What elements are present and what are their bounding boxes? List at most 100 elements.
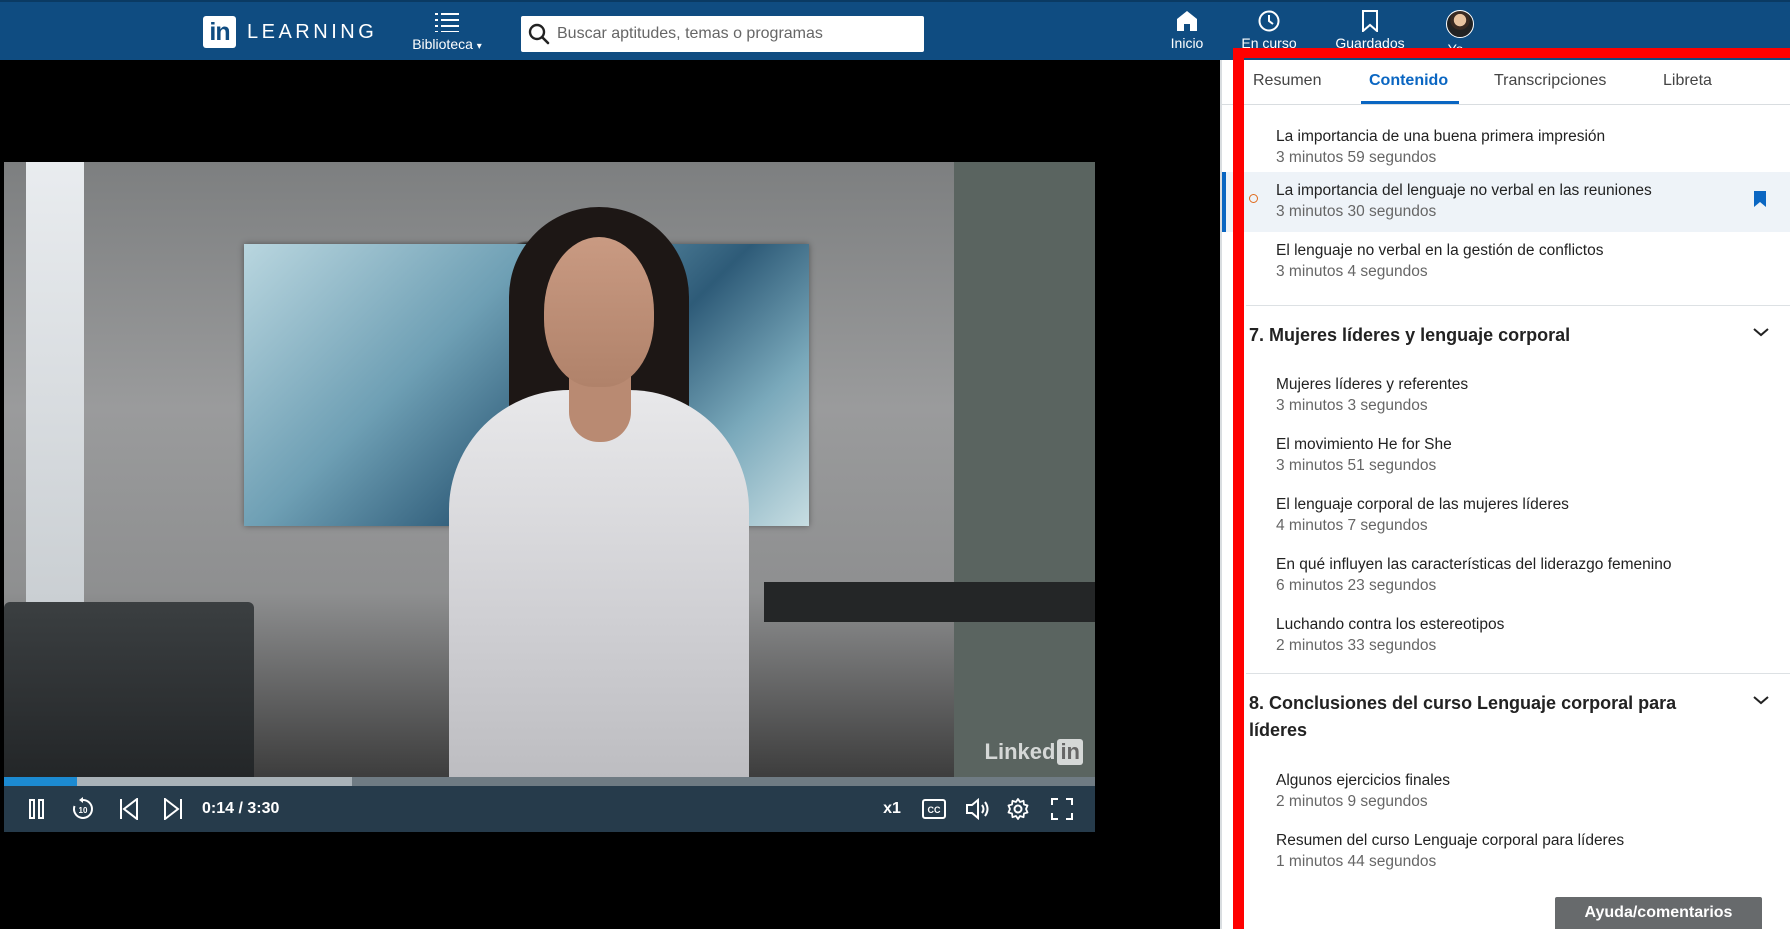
video-scene-sofa xyxy=(4,602,254,777)
item-duration: 1 minutos 44 segundos xyxy=(1276,853,1437,870)
clock-icon xyxy=(1258,10,1280,32)
library-label: Biblioteca xyxy=(412,36,473,52)
section-divider xyxy=(1246,673,1790,674)
tab-contenido[interactable]: Contenido xyxy=(1369,72,1448,90)
item-duration: 3 minutos 3 segundos xyxy=(1276,397,1428,414)
search-input[interactable] xyxy=(557,25,917,43)
item-duration: 3 minutos 30 segundos xyxy=(1276,203,1437,220)
linkedin-watermark: Linked in xyxy=(985,739,1083,765)
pause-icon xyxy=(29,799,44,819)
search-box[interactable] xyxy=(521,16,924,52)
item-duration: 3 minutos 4 segundos xyxy=(1276,263,1428,280)
gear-icon xyxy=(1007,798,1029,820)
item-title: El movimiento He for She xyxy=(1276,436,1452,453)
rewind-seconds: 10 xyxy=(79,806,88,815)
current-item-indicator xyxy=(1222,172,1226,232)
linkedin-learning-logo[interactable]: in LEARNING xyxy=(203,16,377,48)
bookmark-filled-icon[interactable] xyxy=(1753,190,1767,208)
nav-in-progress[interactable]: En curso xyxy=(1238,10,1300,51)
item-title: Algunos ejercicios finales xyxy=(1276,772,1451,789)
item-duration: 2 minutos 9 segundos xyxy=(1276,793,1428,810)
list-item[interactable]: Algunos ejercicios finales 2 minutos 9 s… xyxy=(1222,762,1790,818)
list-item[interactable]: La importancia de una buena primera impr… xyxy=(1222,118,1790,174)
video-frame[interactable]: Linked in xyxy=(4,162,1095,777)
red-highlight-border-left xyxy=(1233,48,1244,929)
video-player: Linked in 10 0:14 / 3:30 x1 CC xyxy=(0,60,1222,929)
item-title: En qué influyen las características del … xyxy=(1276,556,1672,573)
section-title-7[interactable]: 7. Mujeres líderes y lenguaje corporal xyxy=(1249,322,1749,349)
caret-down-icon: ▾ xyxy=(476,41,482,52)
search-icon xyxy=(521,23,557,45)
list-icon xyxy=(435,13,459,32)
rewind-10-button[interactable]: 10 xyxy=(66,786,100,832)
list-item[interactable]: Mujeres líderes y referentes 3 minutos 3… xyxy=(1222,366,1790,422)
item-duration: 2 minutos 33 segundos xyxy=(1276,637,1437,654)
next-button[interactable] xyxy=(156,786,190,832)
panel-tabs: Resumen Contenido Transcripciones Libret… xyxy=(1222,60,1790,105)
watermark-text: Linked xyxy=(984,739,1056,764)
cc-text: CC xyxy=(928,805,941,815)
captions-button[interactable]: CC xyxy=(916,786,952,832)
list-item-current[interactable]: La importancia del lenguaje no verbal en… xyxy=(1222,172,1790,232)
linkedin-logo-mark: in xyxy=(203,16,236,48)
list-item[interactable]: El movimiento He for She 3 minutos 51 se… xyxy=(1222,426,1790,482)
list-item[interactable]: Resumen del curso Lenguaje corporal para… xyxy=(1222,822,1790,878)
item-duration: 6 minutos 23 segundos xyxy=(1276,577,1437,594)
item-title: La importancia de una buena primera impr… xyxy=(1276,128,1606,145)
chevron-down-icon[interactable] xyxy=(1752,694,1770,706)
item-duration: 4 minutos 7 segundos xyxy=(1276,517,1428,534)
nav-saved[interactable]: Guardados xyxy=(1332,10,1408,51)
closed-captions-icon: CC xyxy=(922,799,946,819)
item-title: Resumen del curso Lenguaje corporal para… xyxy=(1276,832,1625,849)
watermark-in-badge: in xyxy=(1057,739,1083,765)
logo-text: LEARNING xyxy=(247,20,378,43)
item-title: Mujeres líderes y referentes xyxy=(1276,376,1469,393)
fullscreen-icon xyxy=(1051,798,1073,820)
item-title: La importancia del lenguaje no verbal en… xyxy=(1276,182,1652,199)
playback-speed-button[interactable]: x1 xyxy=(874,786,910,832)
list-item[interactable]: El lenguaje corporal de las mujeres líde… xyxy=(1222,486,1790,542)
progress-played xyxy=(4,777,78,786)
item-title: El lenguaje corporal de las mujeres líde… xyxy=(1276,496,1569,513)
pause-button[interactable] xyxy=(22,786,52,832)
video-presenter-face xyxy=(544,237,654,387)
chevron-down-icon[interactable] xyxy=(1752,326,1770,338)
skip-next-icon xyxy=(164,798,182,820)
video-scene-window xyxy=(26,162,84,632)
rewind-10-icon: 10 xyxy=(73,797,93,819)
help-feedback-button[interactable]: Ayuda/comentarios xyxy=(1555,897,1762,929)
nav-home-label: Inicio xyxy=(1170,35,1204,51)
settings-button[interactable] xyxy=(1000,786,1036,832)
bookmark-icon xyxy=(1362,10,1378,32)
list-item[interactable]: Luchando contra los estereotipos 2 minut… xyxy=(1222,606,1790,662)
fullscreen-button[interactable] xyxy=(1044,786,1080,832)
section-divider xyxy=(1246,305,1790,306)
previous-button[interactable] xyxy=(112,786,146,832)
course-side-panel: Resumen Contenido Transcripciones Libret… xyxy=(1222,60,1790,929)
item-duration: 3 minutos 51 segundos xyxy=(1276,457,1437,474)
home-icon xyxy=(1177,11,1197,31)
item-title: El lenguaje no verbal en la gestión de c… xyxy=(1276,242,1604,259)
avatar xyxy=(1446,10,1474,38)
library-menu-button[interactable]: Biblioteca ▾ xyxy=(404,10,490,52)
video-scene-desk xyxy=(764,582,1095,622)
item-title: Luchando contra los estereotipos xyxy=(1276,616,1505,633)
tab-libreta[interactable]: Libreta xyxy=(1663,72,1712,90)
tab-resumen[interactable]: Resumen xyxy=(1253,72,1321,90)
volume-button[interactable] xyxy=(958,786,998,832)
tab-transcripciones[interactable]: Transcripciones xyxy=(1494,72,1606,90)
in-progress-ring-icon xyxy=(1249,194,1258,203)
video-progress-bar[interactable] xyxy=(4,777,1095,786)
item-duration: 3 minutos 59 segundos xyxy=(1276,149,1437,166)
list-item[interactable]: En qué influyen las características del … xyxy=(1222,546,1790,602)
section-title-8[interactable]: 8. Conclusiones del curso Lenguaje corpo… xyxy=(1249,690,1709,744)
skip-previous-icon xyxy=(120,798,138,820)
nav-home[interactable]: Inicio xyxy=(1163,10,1211,51)
video-presenter-body xyxy=(449,390,749,777)
red-highlight-border-top xyxy=(1233,48,1790,58)
video-time: 0:14 / 3:30 xyxy=(202,800,280,817)
list-item[interactable]: El lenguaje no verbal en la gestión de c… xyxy=(1222,232,1790,288)
active-tab-indicator xyxy=(1361,101,1459,104)
volume-icon xyxy=(966,798,989,820)
video-controls: 10 0:14 / 3:30 x1 CC xyxy=(4,786,1095,832)
